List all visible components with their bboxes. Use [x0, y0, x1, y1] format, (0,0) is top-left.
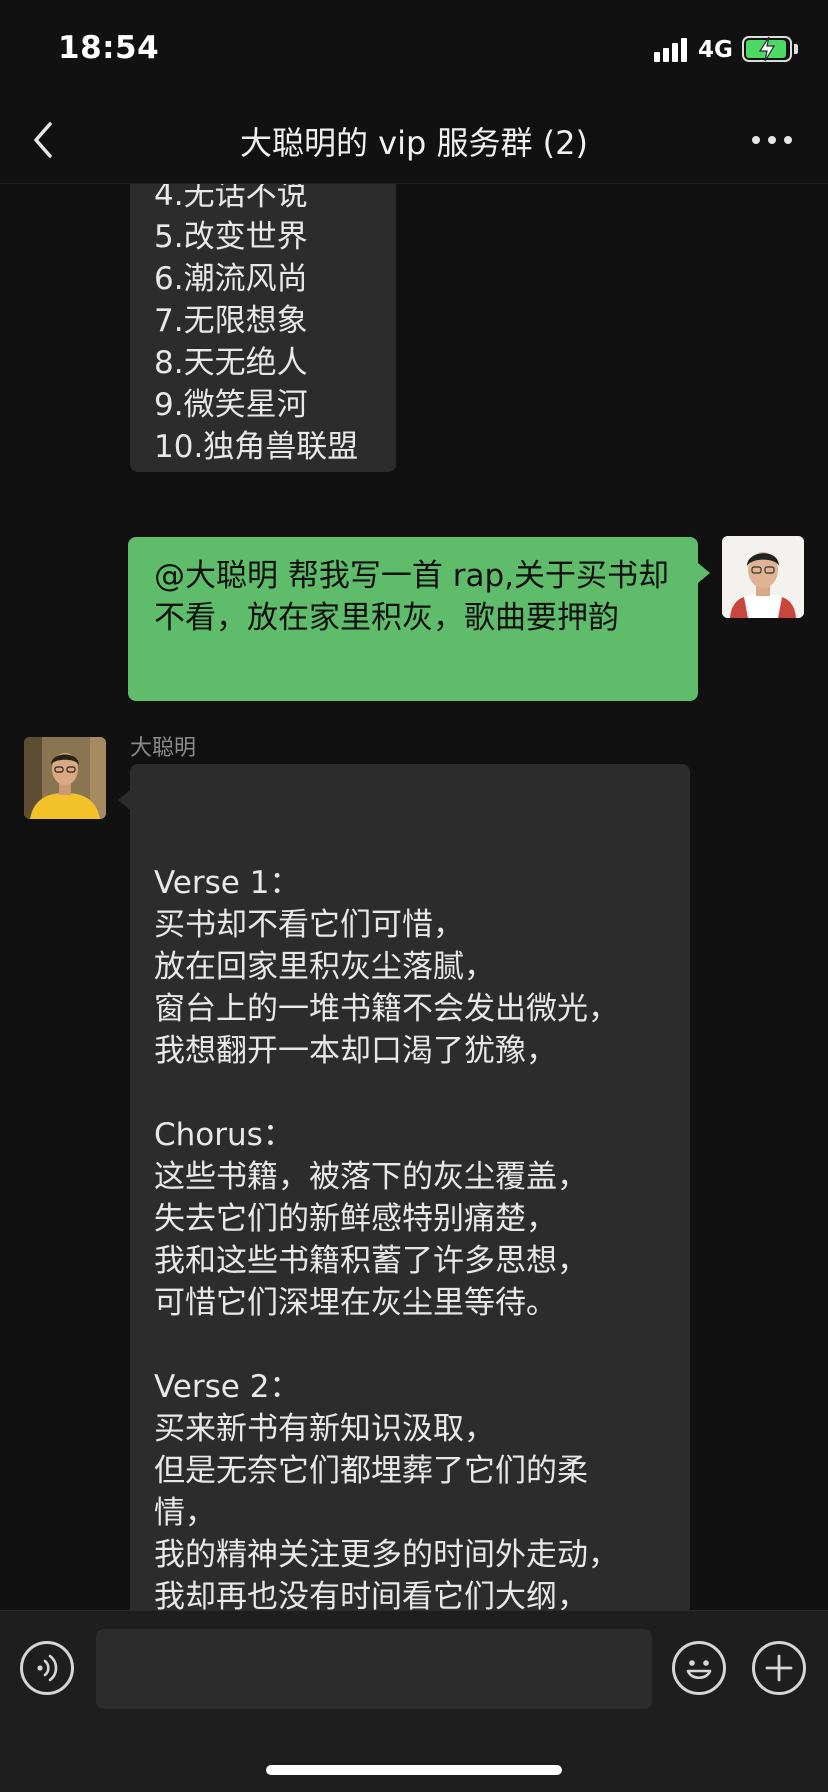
list-item: 6.潮流风尚	[154, 261, 308, 297]
lyric-line: 我和这些书籍积蓄了许多思想，	[154, 1243, 588, 1279]
lyric-line: 放在回家里积灰尘落腻，	[154, 949, 495, 985]
message-text: @大聪明 帮我写一首 rap,关于买书却不看，放在家里积灰，歌曲要押韵	[154, 558, 669, 636]
emoji-icon	[686, 1660, 712, 1680]
user-avatar-image	[722, 536, 804, 618]
lyric-line: 我的精神关注更多的时间外走动，	[154, 1537, 619, 1573]
input-bar	[0, 1610, 828, 1792]
lyric-line: 窗台上的一堆书籍不会发出微光，	[154, 991, 619, 1027]
stanza-gap	[154, 1324, 666, 1366]
verse-title: Verse 2：	[154, 1369, 301, 1405]
stanza-gap	[154, 1072, 666, 1114]
verse-title: Verse 1：	[154, 865, 301, 901]
network-type-label: 4G	[698, 37, 733, 63]
lyric-line: 但是无奈它们都埋葬了它们的柔	[154, 1453, 588, 1489]
list-item: 10.独角兽联盟	[154, 429, 359, 465]
list-item: 5.改变世界	[154, 219, 308, 255]
message-bubble-incoming[interactable]: Verse 1： 买书却不看它们可惜， 放在回家里积灰尘落腻， 窗台上的一堆书籍…	[118, 764, 690, 1610]
voice-input-button[interactable]	[20, 1641, 74, 1695]
list-item: 4.无话不说	[154, 184, 308, 213]
nav-bar: 大聪明的 vip 服务群 (2)	[0, 96, 828, 184]
lyric-line: 这些书籍，被落下的灰尘覆盖，	[154, 1159, 588, 1195]
list-item: 8.天无绝人	[154, 345, 308, 381]
lyric-line: 失去它们的新鲜感特别痛楚，	[154, 1201, 557, 1237]
bot-avatar-image	[24, 737, 106, 819]
charging-bolt-icon	[758, 36, 776, 62]
lyric-line: 我却再也没有时间看它们大纲，	[154, 1579, 588, 1610]
lyric-line: 买来新书有新知识汲取，	[154, 1411, 495, 1447]
status-bar: 18:54 4G	[0, 0, 828, 96]
list-item: 7.无限想象	[154, 303, 308, 339]
message-bubble-list[interactable]: 4.无话不说 5.改变世界 6.潮流风尚 7.无限想象 8.天无绝人 9.微笑星…	[130, 184, 396, 472]
more-actions-button[interactable]	[752, 1641, 806, 1695]
status-time: 18:54	[58, 30, 160, 66]
chat-title: 大聪明的 vip 服务群 (2)	[240, 124, 588, 162]
message-bubble-outgoing[interactable]: @大聪明 帮我写一首 rap,关于买书却不看，放在家里积灰，歌曲要押韵	[128, 537, 710, 701]
chat-area[interactable]: 4.无话不说 5.改变世界 6.潮流风尚 7.无限想象 8.天无绝人 9.微笑星…	[0, 184, 828, 1610]
signal-strength-icon	[654, 38, 690, 62]
bot-avatar[interactable]	[24, 737, 106, 819]
lyric-line: 可惜它们深埋在灰尘里等待。	[154, 1285, 557, 1321]
more-options-icon[interactable]	[750, 134, 794, 146]
home-indicator[interactable]	[266, 1765, 562, 1775]
lyric-line: 情，	[154, 1495, 216, 1531]
lyric-line: 买书却不看它们可惜，	[154, 907, 464, 943]
message-input[interactable]	[96, 1629, 652, 1709]
plus-icon	[765, 1654, 793, 1682]
user-avatar[interactable]	[722, 536, 804, 618]
emoji-button[interactable]	[672, 1641, 726, 1695]
lyric-line: 我想翻开一本却口渴了犹豫，	[154, 1033, 557, 1069]
list-item: 9.微笑星河	[154, 387, 308, 423]
voice-icon	[37, 1654, 58, 1682]
chorus-title: Chorus：	[154, 1117, 294, 1153]
sender-name: 大聪明	[130, 736, 197, 761]
battery-cap	[794, 44, 798, 54]
